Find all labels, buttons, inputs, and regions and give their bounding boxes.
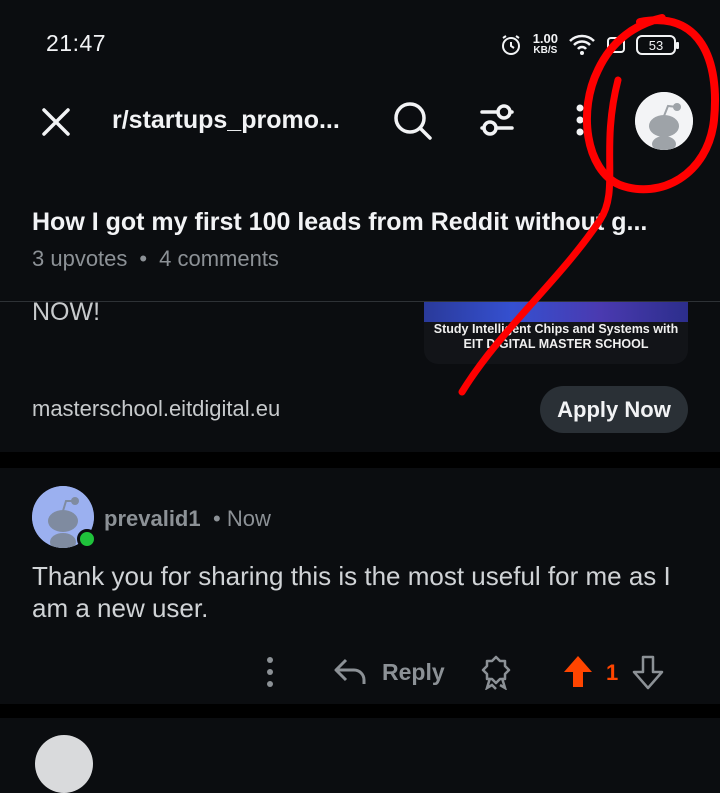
filter-button[interactable] bbox=[474, 98, 518, 142]
sim-icon bbox=[607, 37, 625, 53]
comment-time: • Now bbox=[213, 506, 271, 531]
subreddit-title[interactable]: r/startups_promo... bbox=[112, 106, 362, 135]
ad-image-band bbox=[424, 302, 688, 322]
more-options-button[interactable] bbox=[570, 100, 590, 140]
ad-image-caption: Study Intelligent Chips and Systems with… bbox=[424, 322, 688, 352]
downvote-icon[interactable] bbox=[632, 654, 664, 690]
ad-caption-line1: Study Intelligent Chips and Systems with bbox=[433, 322, 679, 336]
upvote-button[interactable] bbox=[562, 654, 594, 690]
comment-separator bbox=[0, 704, 720, 718]
battery-indicator: 53 bbox=[636, 35, 679, 55]
reply-button[interactable]: Reply bbox=[332, 652, 445, 692]
award-icon[interactable] bbox=[480, 654, 512, 690]
status-icons: 1.00 KB/S 53 bbox=[499, 30, 679, 60]
comment-username[interactable]: prevalid1 bbox=[104, 506, 201, 532]
reply-icon[interactable] bbox=[332, 656, 368, 688]
user-avatar-button[interactable] bbox=[635, 92, 693, 150]
search-icon[interactable] bbox=[390, 98, 434, 142]
apply-now-button[interactable]: Apply Now bbox=[540, 386, 688, 433]
comment-vote-count: 1 bbox=[606, 660, 618, 686]
network-speed: 1.00 KB/S bbox=[532, 31, 558, 57]
ad-thumbnail[interactable]: Study Intelligent Chips and Systems with… bbox=[424, 302, 688, 364]
more-icon[interactable] bbox=[570, 100, 590, 140]
post-title[interactable]: How I got my first 100 leads from Reddit… bbox=[32, 208, 692, 237]
close-button[interactable] bbox=[36, 102, 76, 142]
ad-caption-line2: EIT DIGITAL MASTER SCHOOL bbox=[463, 337, 649, 351]
award-button[interactable] bbox=[480, 654, 512, 690]
post-meta: 3 upvotes • 4 comments bbox=[32, 246, 279, 272]
comment-more-button[interactable] bbox=[260, 654, 280, 690]
status-time: 21:47 bbox=[46, 30, 107, 56]
reply-label[interactable]: Reply bbox=[382, 659, 445, 686]
downvote-button[interactable] bbox=[632, 654, 664, 690]
next-commenter-avatar[interactable] bbox=[35, 735, 93, 793]
more-vertical-icon[interactable] bbox=[260, 654, 280, 690]
comment-body: Thank you for sharing this is the most u… bbox=[32, 561, 671, 623]
meta-separator: • bbox=[139, 246, 148, 271]
speed-unit: KB/S bbox=[533, 45, 558, 56]
close-icon[interactable] bbox=[36, 102, 76, 142]
vote-count-value: 1 bbox=[606, 660, 619, 685]
section-separator bbox=[0, 452, 720, 468]
avatar-icon[interactable] bbox=[635, 92, 693, 150]
filter-icon[interactable] bbox=[474, 98, 518, 142]
speed-value: 1.00 bbox=[532, 31, 558, 46]
online-status-dot bbox=[77, 529, 97, 549]
ad-domain-link[interactable]: masterschool.eitdigital.eu bbox=[32, 396, 280, 422]
ad-partial-text: NOW! bbox=[32, 298, 101, 326]
alarm-icon bbox=[501, 35, 520, 55]
comment-count: 4 comments bbox=[159, 246, 279, 271]
upvote-icon[interactable] bbox=[562, 654, 594, 690]
wifi-icon bbox=[569, 34, 595, 55]
upvote-count: 3 upvotes bbox=[32, 246, 128, 271]
search-button[interactable] bbox=[390, 98, 434, 142]
